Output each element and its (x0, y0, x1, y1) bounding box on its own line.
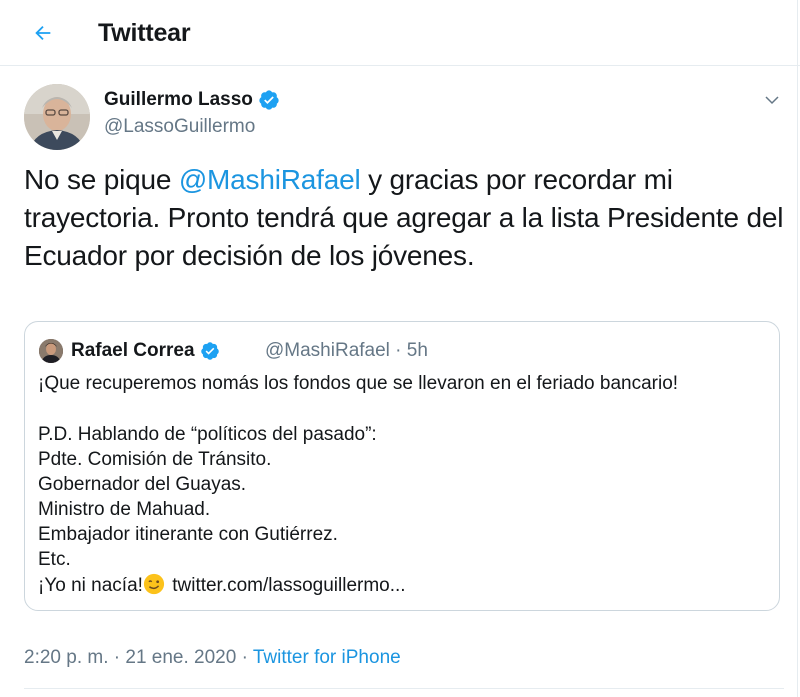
meta-separator: · (236, 647, 253, 668)
quoted-text-line: Etc. (38, 549, 71, 570)
author-photo (24, 84, 90, 150)
quoted-text-line: Pdte. Comisión de Tránsito. (38, 449, 272, 470)
quoted-last-text: ¡Yo ni nacía! (38, 575, 143, 596)
quoted-tweet[interactable]: Rafael Correa @MashiRafael · 5h ¡Que rec… (24, 321, 780, 611)
quoted-handle-time: @MashiRafael · 5h (265, 340, 428, 361)
author-name[interactable]: Guillermo Lasso (104, 88, 280, 112)
quoted-text-line: Gobernador del Guayas. (38, 474, 247, 495)
tweet-text-before: No se pique (24, 164, 179, 195)
quoted-text-line: P.D. Hablando de “políticos del pasado”: (38, 424, 377, 445)
tweet-meta: 2:20 p. m. · 21 ene. 2020 · Twitter for … (24, 646, 401, 670)
mention-link[interactable]: @MashiRafael (179, 164, 361, 195)
source-link[interactable]: Twitter for iPhone (253, 647, 401, 668)
quoted-text-line: Ministro de Mahuad. (38, 499, 211, 520)
quoted-last-line: ¡Yo ni nacía! twitter.com/lassoguillermo… (38, 573, 406, 598)
top-bar: Twittear (0, 0, 800, 66)
quoted-avatar[interactable] (39, 339, 63, 363)
back-arrow-icon (35, 25, 51, 41)
quoted-author-name-label: Rafael Correa (71, 340, 195, 361)
author-name-label: Guillermo Lasso (104, 89, 253, 110)
more-options-button[interactable] (760, 88, 784, 112)
quoted-author-name[interactable]: Rafael Correa (71, 339, 220, 363)
verified-badge-icon (259, 90, 279, 110)
verified-badge-icon (200, 342, 219, 360)
quoted-text-line: Embajador itinerante con Gutiérrez. (38, 524, 338, 545)
quoted-author-photo (39, 339, 63, 363)
back-button[interactable] (26, 16, 60, 50)
quoted-link[interactable]: twitter.com/lassoguillermo... (167, 575, 405, 596)
winking-face-emoji-icon (143, 573, 165, 595)
chevron-down-icon (765, 96, 779, 105)
timestamp[interactable]: 2:20 p. m. · 21 ene. 2020 (24, 647, 236, 668)
avatar[interactable] (24, 84, 90, 150)
author-handle[interactable]: @LassoGuillermo (104, 115, 255, 139)
quoted-text-line: ¡Que recuperemos nomás los fondos que se… (38, 373, 679, 394)
divider (24, 688, 784, 689)
page-title: Twittear (98, 19, 191, 47)
column-border (797, 0, 798, 697)
tweet-text: No se pique @MashiRafael y gracias por r… (24, 161, 784, 275)
